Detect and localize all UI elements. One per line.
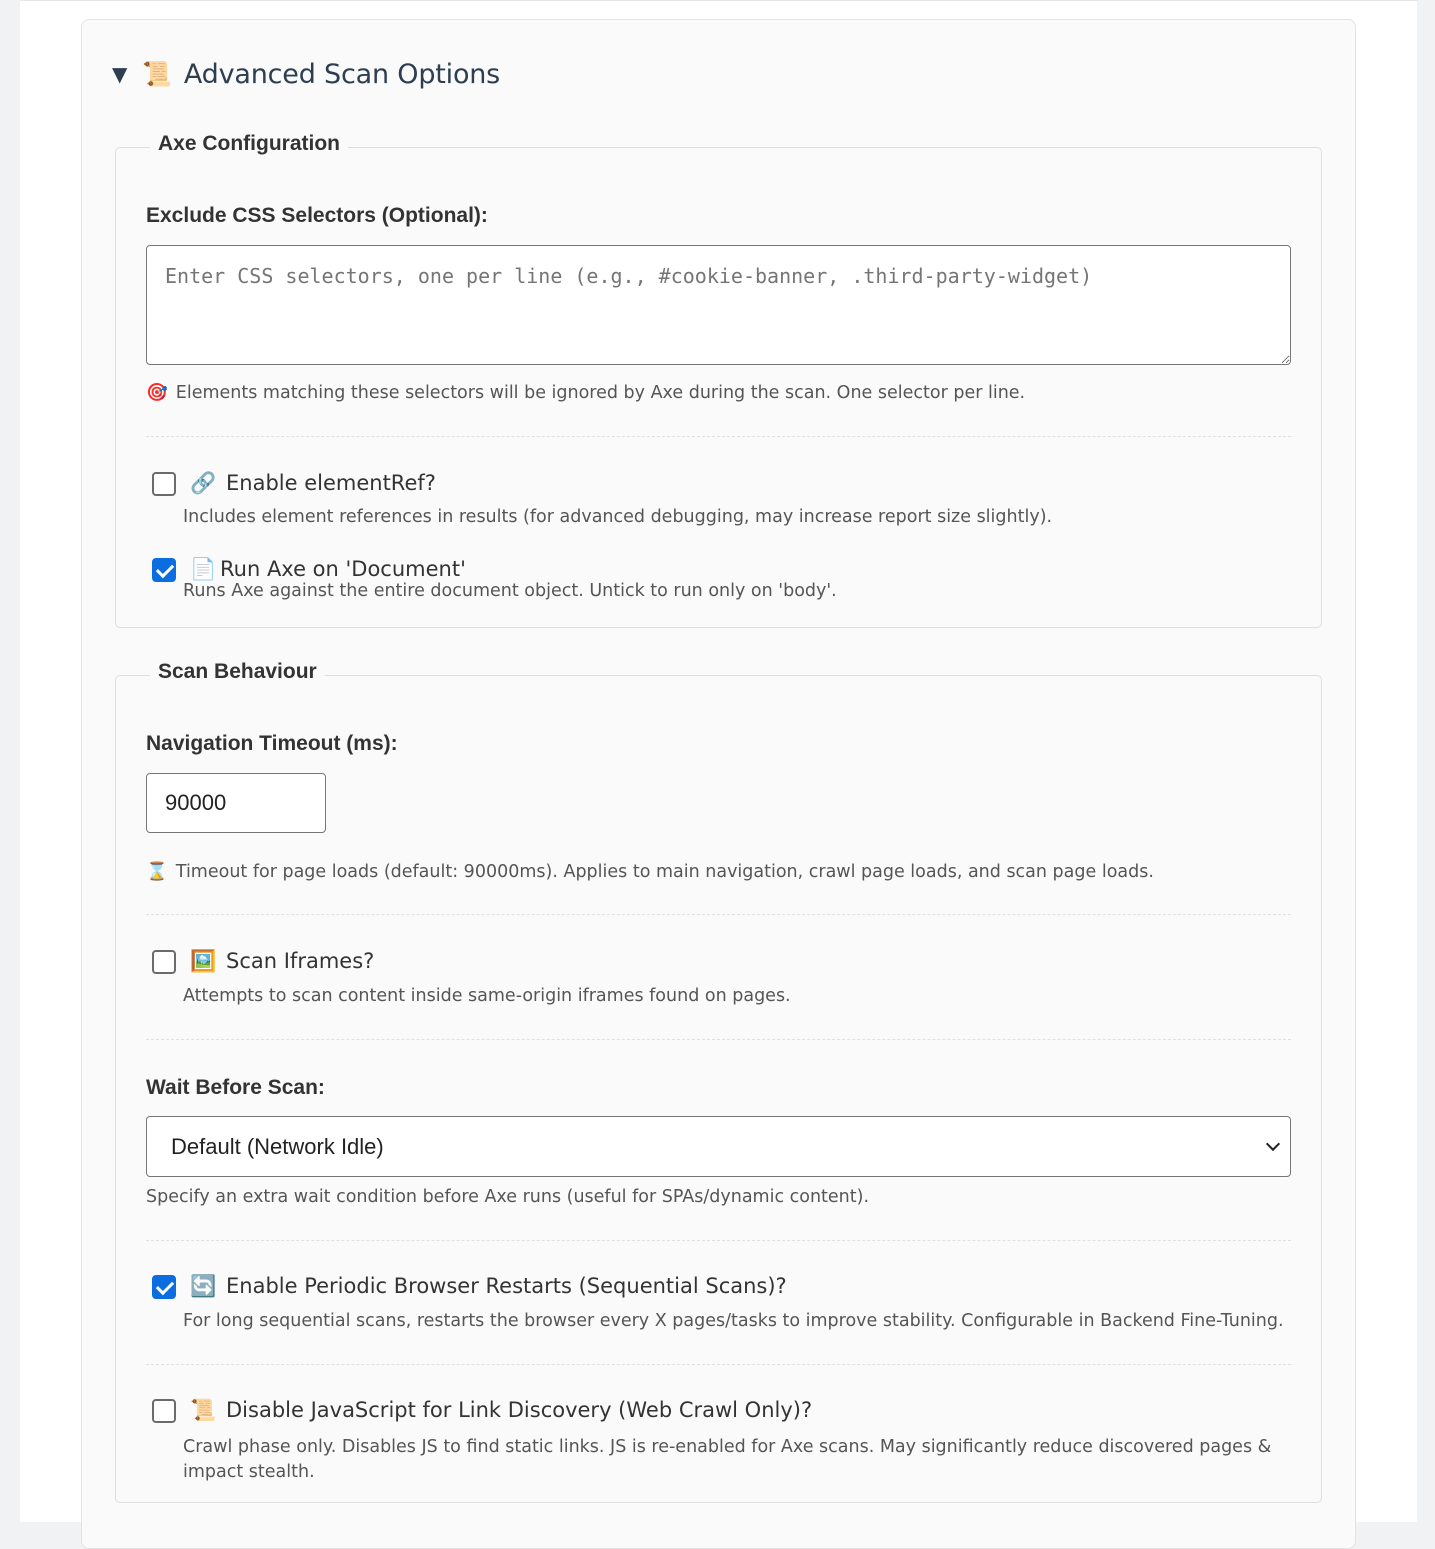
navigation-timeout-input[interactable]: 90000	[146, 773, 326, 833]
element-ref-description: Includes element references in results (…	[183, 507, 1053, 527]
axe-configuration-fieldset: Axe Configuration Exclude CSS Selectors …	[115, 132, 1322, 628]
exclude-selectors-label: Exclude CSS Selectors (Optional):	[146, 204, 488, 227]
link-icon: 🔗	[190, 471, 217, 495]
exclude-selectors-help-text: Elements matching these selectors will b…	[175, 383, 1026, 403]
scan-iframes-checkbox[interactable]	[152, 950, 176, 974]
scan-iframes-label-text: Scan Iframes?	[226, 949, 375, 973]
scroll-icon: 📜	[190, 1398, 217, 1422]
target-icon: 🎯	[146, 383, 168, 403]
periodic-restarts-description: For long sequential scans, restarts the …	[183, 1311, 1284, 1331]
divider	[146, 1039, 1291, 1040]
exclude-selectors-help: 🎯 Elements matching these selectors will …	[146, 383, 1025, 403]
advanced-options-toggle[interactable]: ▼ 📜 Advanced Scan Options	[112, 56, 500, 92]
scan-iframes-description: Attempts to scan content inside same-ori…	[183, 986, 791, 1006]
exclude-selectors-textarea[interactable]	[146, 245, 1291, 365]
disable-js-label-text: Disable JavaScript for Link Discovery (W…	[226, 1398, 813, 1422]
advanced-options-panel: ▼ 📜 Advanced Scan Options Axe Configurat…	[81, 19, 1356, 1549]
chevron-down-icon	[1265, 1136, 1281, 1152]
document-icon: 📄	[190, 557, 217, 581]
element-ref-checkbox[interactable]	[152, 472, 176, 496]
navigation-timeout-help: ⌛ Timeout for page loads (default: 90000m…	[146, 862, 1154, 882]
periodic-restarts-checkbox[interactable]	[152, 1275, 176, 1299]
periodic-restarts-label[interactable]: 🔄 Enable Periodic Browser Restarts (Seque…	[190, 1274, 787, 1299]
wait-before-scan-help: Specify an extra wait condition before A…	[146, 1187, 870, 1207]
navigation-timeout-label: Navigation Timeout (ms):	[146, 732, 398, 755]
scroll-icon: 📜	[142, 60, 172, 88]
scan-behaviour-legend: Scan Behaviour	[150, 660, 325, 684]
element-ref-label[interactable]: 🔗 Enable elementRef?	[190, 471, 436, 496]
axe-configuration-legend: Axe Configuration	[150, 132, 348, 156]
hourglass-icon: ⌛	[146, 862, 168, 882]
periodic-restarts-label-text: Enable Periodic Browser Restarts (Sequen…	[226, 1274, 787, 1298]
divider	[146, 436, 1291, 437]
run-on-document-checkbox[interactable]	[152, 558, 176, 582]
element-ref-label-text: Enable elementRef?	[226, 471, 436, 495]
picture-icon: 🖼️	[190, 949, 217, 973]
scan-behaviour-fieldset: Scan Behaviour Navigation Timeout (ms): …	[115, 660, 1322, 1503]
navigation-timeout-help-text: Timeout for page loads (default: 90000ms…	[175, 862, 1154, 882]
run-on-document-label[interactable]: 📄 Run Axe on 'Document'	[190, 557, 466, 582]
section-title: Advanced Scan Options	[183, 58, 501, 90]
disable-js-checkbox[interactable]	[152, 1399, 176, 1423]
scan-iframes-label[interactable]: 🖼️ Scan Iframes?	[190, 949, 374, 974]
disable-js-label[interactable]: 📜 Disable JavaScript for Link Discovery (…	[190, 1398, 812, 1423]
disclosure-triangle-icon[interactable]: ▼	[112, 62, 142, 86]
run-on-document-description: Runs Axe against the entire document obj…	[183, 581, 837, 601]
divider	[146, 1240, 1291, 1241]
divider	[146, 914, 1291, 915]
wait-before-scan-select[interactable]: Default (Network Idle)	[146, 1116, 1291, 1177]
run-on-document-label-text: Run Axe on 'Document'	[220, 557, 466, 581]
page-background: ▼ 📜 Advanced Scan Options Axe Configurat…	[20, 0, 1417, 1549]
refresh-icon: 🔄	[190, 1274, 217, 1298]
wait-before-scan-selected: Default (Network Idle)	[171, 1134, 384, 1159]
wait-before-scan-label: Wait Before Scan:	[146, 1076, 325, 1099]
disable-js-description: Crawl phase only. Disables JS to find st…	[183, 1437, 1272, 1482]
divider	[146, 1364, 1291, 1365]
